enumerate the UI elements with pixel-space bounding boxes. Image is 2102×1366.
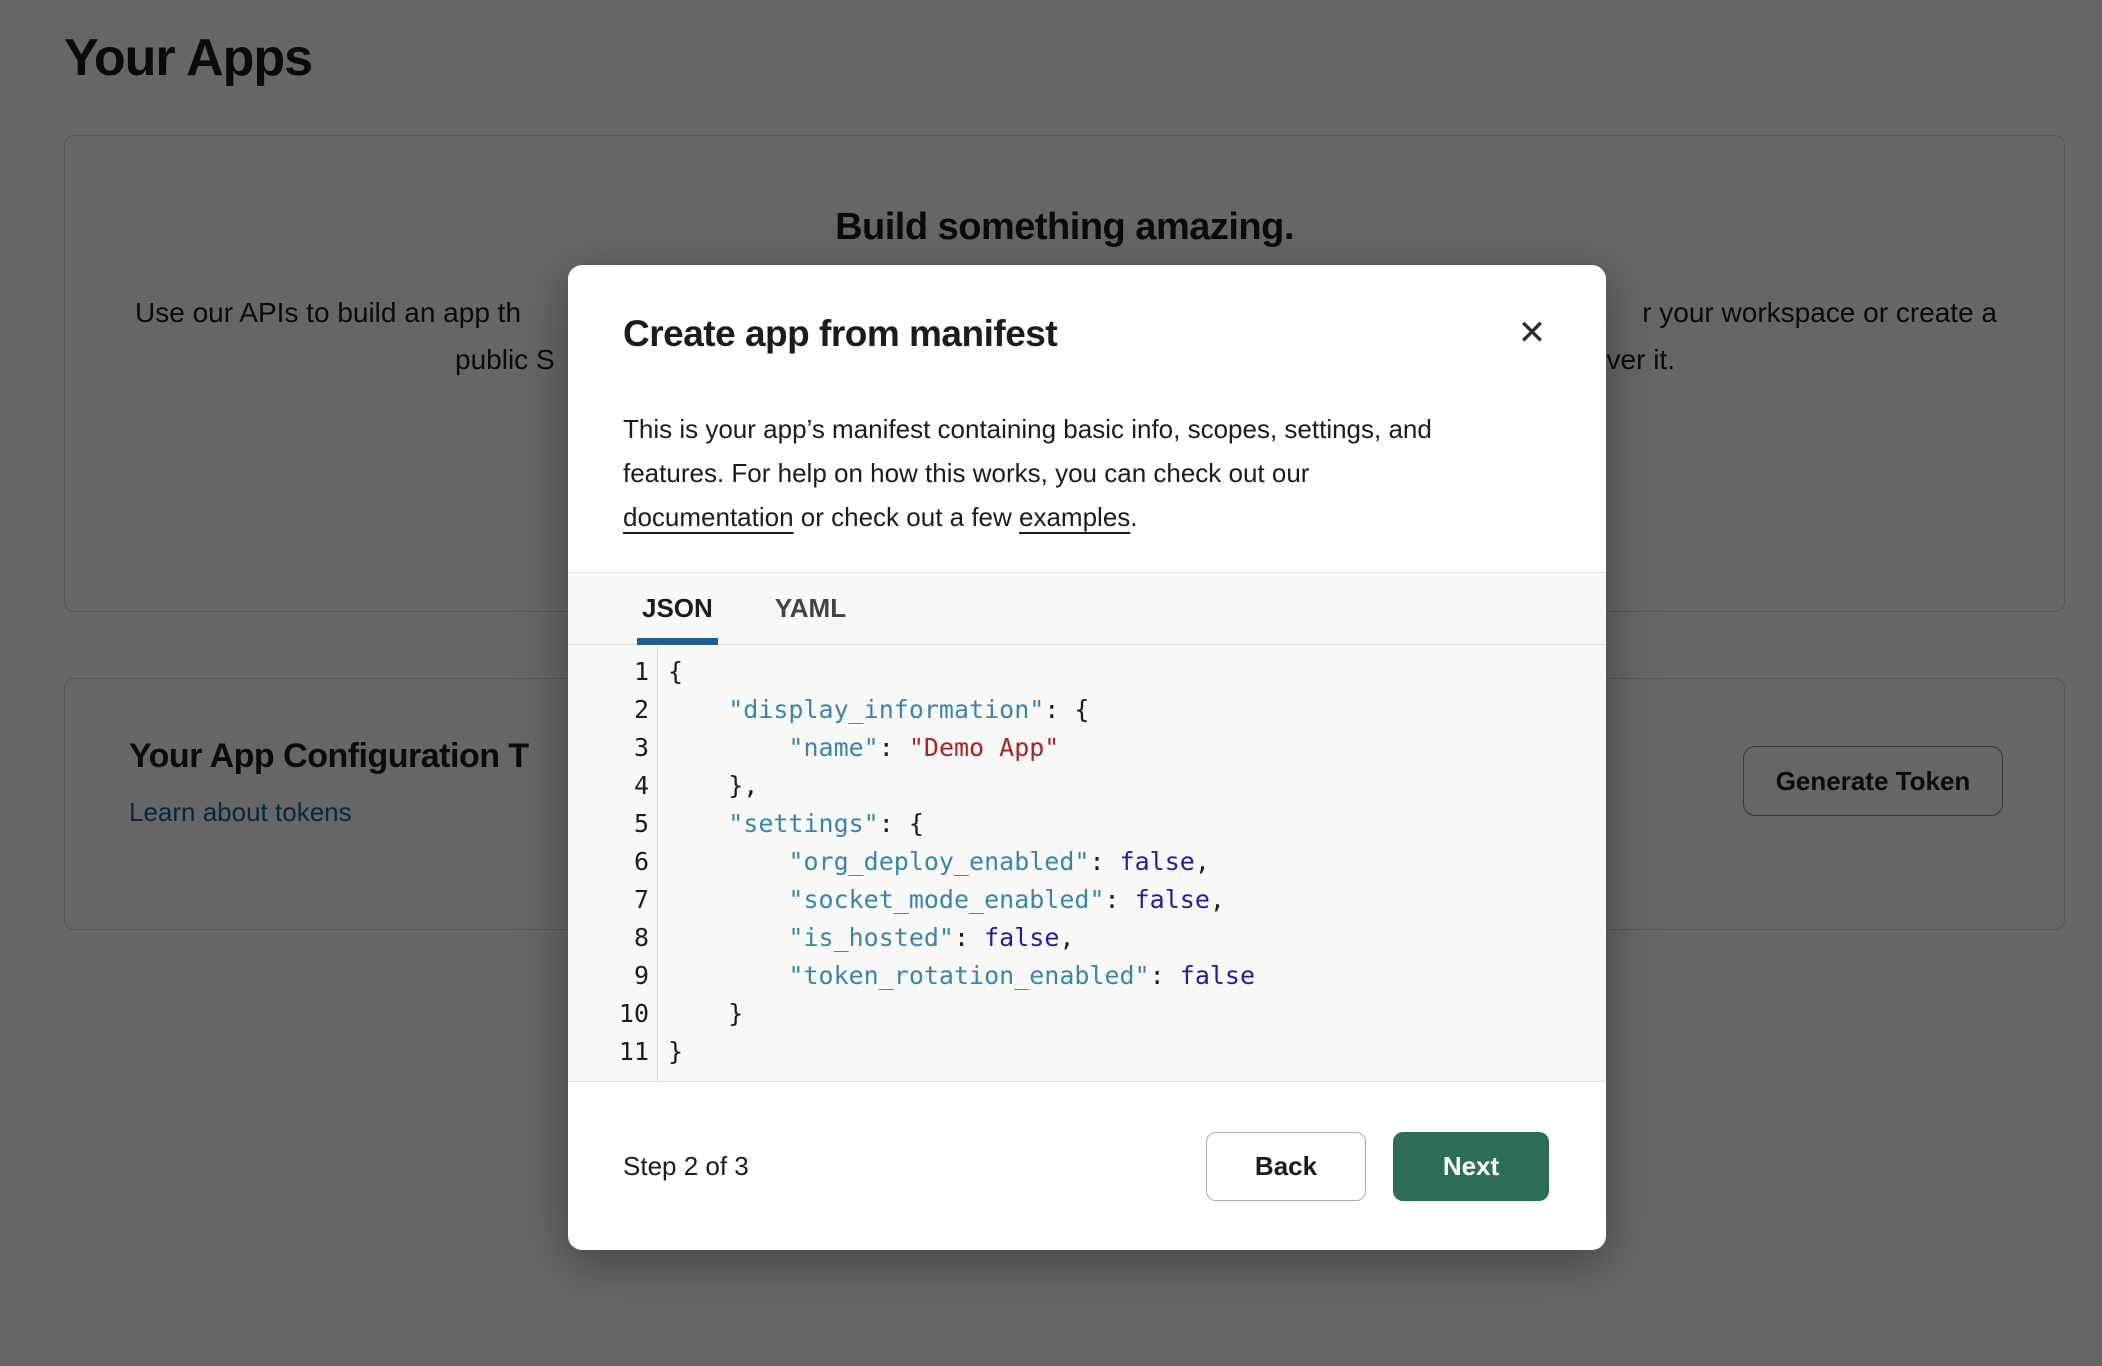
- next-button[interactable]: Next: [1393, 1132, 1549, 1201]
- description-line2: features. For help on how this works, yo…: [623, 451, 1432, 495]
- description-line3: documentation or check out a few example…: [623, 495, 1432, 539]
- editor-gutter: 1234567891011: [568, 645, 658, 1081]
- description-mid-text: or check out a few: [794, 502, 1019, 532]
- step-indicator: Step 2 of 3: [623, 1151, 1206, 1182]
- description-line1: This is your app’s manifest containing b…: [623, 407, 1432, 451]
- manifest-editor[interactable]: 1234567891011 { "display_information": {…: [568, 645, 1606, 1082]
- create-app-from-manifest-modal: Create app from manifest ✕ This is your …: [568, 265, 1606, 1250]
- examples-link[interactable]: examples: [1019, 502, 1130, 532]
- close-icon: ✕: [1518, 313, 1547, 353]
- back-button[interactable]: Back: [1206, 1132, 1366, 1201]
- modal-title: Create app from manifest: [623, 313, 1057, 355]
- modal-description: This is your app’s manifest containing b…: [623, 407, 1432, 539]
- modal-footer: Step 2 of 3 Back Next: [568, 1082, 1606, 1250]
- tab-json[interactable]: JSON: [637, 573, 718, 644]
- tab-yaml[interactable]: YAML: [770, 573, 851, 644]
- description-end-text: .: [1130, 502, 1137, 532]
- documentation-link[interactable]: documentation: [623, 502, 794, 532]
- close-button[interactable]: ✕: [1506, 307, 1558, 359]
- manifest-format-tabbar: JSON YAML: [568, 572, 1606, 645]
- editor-code: { "display_information": { "name": "Demo…: [658, 645, 1606, 1081]
